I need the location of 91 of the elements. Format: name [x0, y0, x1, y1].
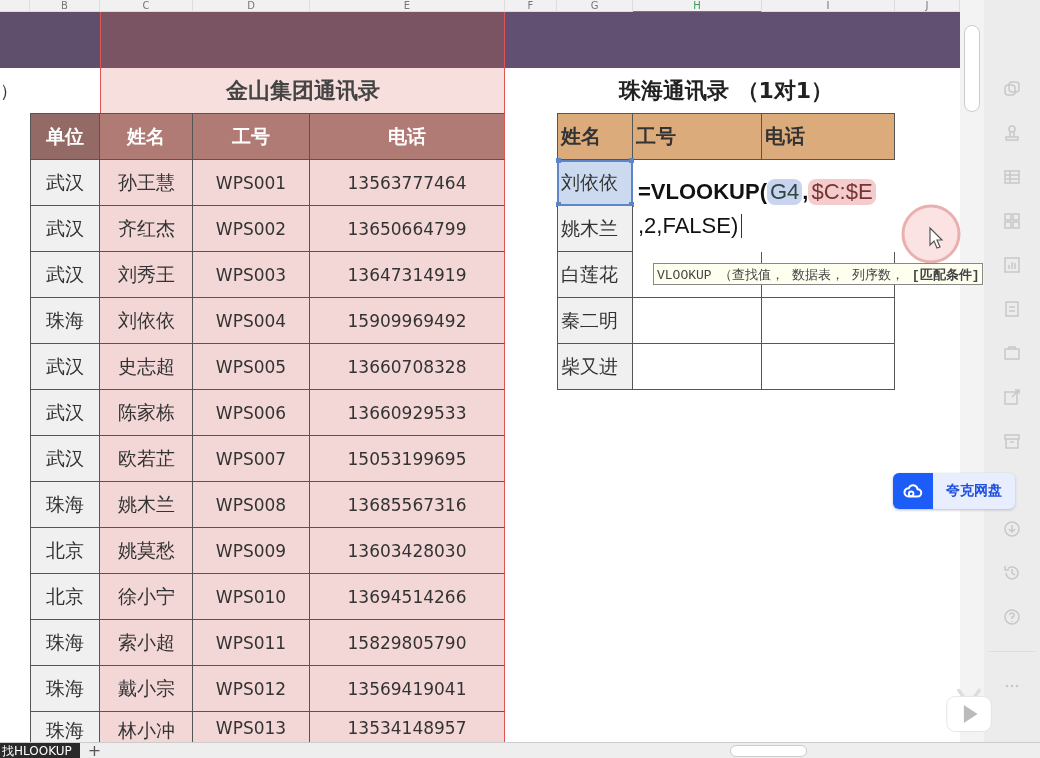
document-icon[interactable]: [1002, 299, 1022, 319]
table-cell: 珠海: [30, 298, 100, 344]
table-cell: WPS012: [193, 666, 310, 712]
table-cell: WPS008: [193, 482, 310, 528]
column-heading: 电话: [762, 113, 895, 160]
table-cell: 13603428030: [310, 528, 505, 574]
table-cell[interactable]: 姚木兰: [557, 206, 633, 252]
table-cell[interactable]: 刘依依: [557, 160, 633, 206]
table-cell: 珠海: [30, 666, 100, 712]
table-cell: 孙王慧: [100, 160, 193, 206]
table-cell: 13563777464: [310, 160, 505, 206]
table-cell: WPS004: [193, 298, 310, 344]
table-cell: WPS009: [193, 528, 310, 574]
table-cell: 索小超: [100, 620, 193, 666]
table-cell: WPS002: [193, 206, 310, 252]
table-cell: 北京: [30, 528, 100, 574]
table-cell: 姚莫愁: [100, 528, 193, 574]
column-heading: 单位: [30, 113, 100, 160]
note-text: ）: [0, 78, 19, 103]
table-cell: 15909969492: [310, 298, 505, 344]
table-cell[interactable]: 秦二明: [557, 298, 633, 344]
table-icon[interactable]: [1002, 167, 1022, 187]
scrollbar-thumb[interactable]: [730, 744, 807, 757]
grid-icon[interactable]: [1002, 211, 1022, 231]
table-cell: 刘依依: [100, 298, 193, 344]
table-cell: 武汉: [30, 160, 100, 206]
play-icon[interactable]: [945, 688, 993, 734]
table-cell: 13569419041: [310, 666, 505, 712]
table-cell: WPS013: [193, 712, 310, 742]
table-cell: 13534148957: [310, 712, 505, 742]
table-cell[interactable]: [762, 298, 895, 344]
table-cell: 15829805790: [310, 620, 505, 666]
table-cell: WPS003: [193, 252, 310, 298]
table-cell: WPS011: [193, 620, 310, 666]
function-tooltip: VLOOKUP （查找值， 数据表， 列序数， [匹配条件]: [653, 263, 984, 285]
table-cell: WPS001: [193, 160, 310, 206]
table-cell: 13650664799: [310, 206, 505, 252]
column-heading: 电话: [310, 113, 505, 160]
table-cell: 珠海: [30, 482, 100, 528]
share-icon[interactable]: [1002, 387, 1022, 407]
table-cell: 武汉: [30, 390, 100, 436]
table-cell: 陈家栋: [100, 390, 193, 436]
help-icon[interactable]: [1002, 607, 1022, 627]
sheet-tab[interactable]: 找HLOOKUP: [0, 742, 80, 758]
history-icon[interactable]: [1002, 563, 1022, 583]
table-cell: 戴小宗: [100, 666, 193, 712]
table-cell: 13660708328: [310, 344, 505, 390]
download-icon[interactable]: [1002, 519, 1022, 539]
column-heading: 工号: [193, 113, 310, 160]
table-cell: 武汉: [30, 436, 100, 482]
briefcase-icon[interactable]: [1002, 343, 1022, 363]
table-cell[interactable]: 白莲花: [557, 252, 633, 298]
table-title: 珠海通讯录 （1对1）: [617, 76, 835, 105]
cloud-drive-button[interactable]: 夸克网盘: [893, 473, 1015, 509]
table-cell: 北京: [30, 574, 100, 620]
table-cell: 武汉: [30, 252, 100, 298]
table-cell: WPS005: [193, 344, 310, 390]
copy-icon[interactable]: [1002, 79, 1022, 99]
table-cell: 齐红杰: [100, 206, 193, 252]
cloud-icon: [893, 473, 933, 509]
table-cell[interactable]: [633, 344, 762, 390]
table-cell: 史志超: [100, 344, 193, 390]
table-cell: 15053199695: [310, 436, 505, 482]
scrollbar-thumb[interactable]: [964, 25, 980, 112]
stamp-icon[interactable]: [1002, 123, 1022, 143]
column-heading: 姓名: [557, 113, 633, 160]
table-cell[interactable]: [633, 298, 762, 344]
table-cell: WPS006: [193, 390, 310, 436]
table-cell: 徐小宁: [100, 574, 193, 620]
table-cell: WPS010: [193, 574, 310, 620]
table-cell: 珠海: [30, 620, 100, 666]
table-cell: 武汉: [30, 344, 100, 390]
table-cell[interactable]: 柴又进: [557, 344, 633, 390]
table-title: 金山集团通讯录: [100, 68, 505, 113]
table-cell: 刘秀王: [100, 252, 193, 298]
add-sheet-button[interactable]: +: [79, 743, 110, 758]
table-cell: 武汉: [30, 206, 100, 252]
table-cell: 姚木兰: [100, 482, 193, 528]
column-heading: 工号: [633, 113, 762, 160]
table-cell: 林小冲: [100, 712, 193, 742]
table-cell[interactable]: [762, 344, 895, 390]
chart-icon[interactable]: [1002, 255, 1022, 275]
table-cell: WPS007: [193, 436, 310, 482]
table-cell: 13694514266: [310, 574, 505, 620]
table-cell: 13685567316: [310, 482, 505, 528]
column-heading: 姓名: [100, 113, 193, 160]
table-cell: 13660929533: [310, 390, 505, 436]
table-cell: 13647314919: [310, 252, 505, 298]
archive-icon[interactable]: [1002, 431, 1022, 451]
table-cell: 珠海: [30, 712, 100, 742]
table-cell: 欧若芷: [100, 436, 193, 482]
